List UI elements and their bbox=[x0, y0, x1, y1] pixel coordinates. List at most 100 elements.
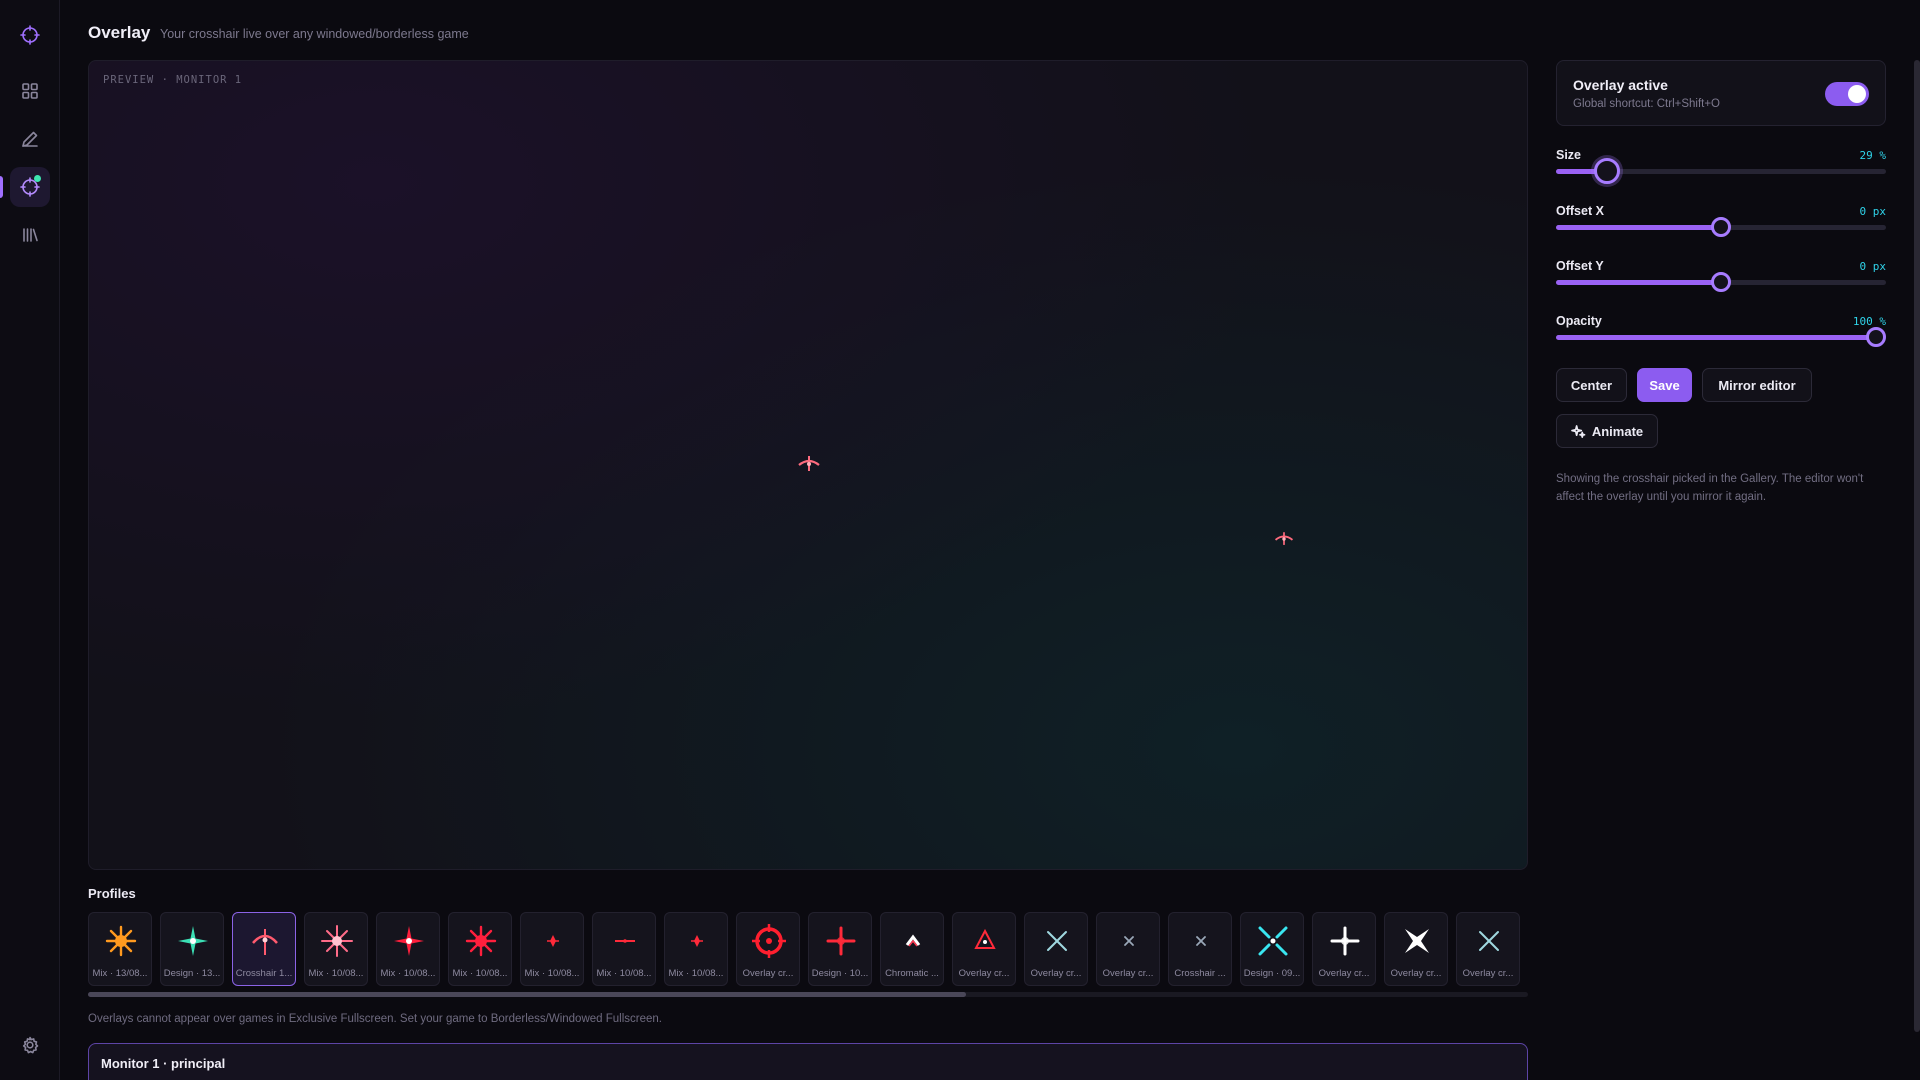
profile-label: Overlay cr... bbox=[1462, 968, 1514, 979]
profile-tile[interactable]: Mix · 10/08... bbox=[520, 912, 584, 986]
crosshair-mark-icon bbox=[798, 456, 820, 471]
profile-overlay-circle-icon bbox=[752, 924, 786, 958]
size-slider[interactable] bbox=[1556, 158, 1886, 184]
profile-overlay-x-small-icon bbox=[1124, 936, 1134, 946]
page-title: Overlay bbox=[88, 23, 151, 42]
mirror-editor-button[interactable]: Mirror editor bbox=[1702, 368, 1812, 402]
offset-y-slider-fill bbox=[1556, 280, 1721, 285]
page-scrollbar[interactable] bbox=[1914, 60, 1920, 1032]
profile-tile[interactable]: Overlay cr... bbox=[736, 912, 800, 986]
profile-tile[interactable]: Mix · 10/08... bbox=[592, 912, 656, 986]
profile-label: Overlay cr... bbox=[1102, 968, 1154, 979]
overlay-active-title: Overlay active bbox=[1573, 77, 1668, 93]
profile-tile[interactable]: Overlay cr... bbox=[1024, 912, 1088, 986]
offset-y-slider[interactable] bbox=[1556, 272, 1886, 292]
overlay-active-toggle[interactable] bbox=[1825, 82, 1869, 106]
sidebar bbox=[0, 0, 60, 1080]
profile-tile[interactable]: Design · 13... bbox=[160, 912, 224, 986]
pencil-icon bbox=[22, 131, 38, 147]
profile-tile[interactable]: Mix · 10/08... bbox=[664, 912, 728, 986]
crosshair-logo-icon bbox=[20, 25, 40, 45]
opacity-value: 100 % bbox=[1852, 315, 1886, 328]
profile-design-x-big-icon bbox=[1258, 926, 1288, 956]
profile-tile[interactable]: Mix · 10/08... bbox=[448, 912, 512, 986]
offset-y-slider-thumb[interactable] bbox=[1711, 272, 1731, 292]
profile-label: Mix · 10/08... bbox=[452, 968, 508, 979]
profile-tile[interactable]: Design · 10... bbox=[808, 912, 872, 986]
sidebar-item-gallery[interactable] bbox=[10, 71, 50, 111]
preview-label: PREVIEW · MONITOR 1 bbox=[103, 74, 243, 86]
size-value: 29 % bbox=[1859, 149, 1887, 162]
monitor-title: Monitor 1 · principal bbox=[101, 1056, 226, 1071]
size-label: Size bbox=[1556, 148, 1582, 162]
offset-x-slider[interactable] bbox=[1556, 217, 1886, 237]
profile-tile[interactable]: Overlay cr... bbox=[1312, 912, 1376, 986]
grid-icon bbox=[22, 83, 38, 99]
profile-label: Mix · 10/08... bbox=[308, 968, 364, 979]
sidebar-item-overlay[interactable] bbox=[10, 167, 50, 207]
offset-y-slider-row: Offset Y 0 px bbox=[1556, 259, 1886, 303]
sidebar-item-library[interactable] bbox=[10, 215, 50, 255]
profile-mix-dotcross-2-icon bbox=[691, 935, 703, 947]
profile-design-plus-icon bbox=[826, 926, 856, 956]
animate-label: Animate bbox=[1591, 423, 1644, 439]
center-button[interactable]: Center bbox=[1556, 368, 1627, 402]
profile-tile[interactable]: Crosshair 1... bbox=[232, 912, 296, 986]
profile-tile[interactable]: Overlay cr... bbox=[1384, 912, 1448, 986]
offset-x-slider-thumb[interactable] bbox=[1711, 217, 1731, 237]
overlay-preview: PREVIEW · MONITOR 1 bbox=[88, 60, 1528, 870]
gallery-note: Showing the crosshair picked in the Gall… bbox=[1556, 473, 1864, 503]
profile-design-star-icon bbox=[178, 926, 208, 956]
profile-tile[interactable]: Overlay cr... bbox=[1456, 912, 1520, 986]
profile-tile[interactable]: Chromatic ... bbox=[880, 912, 944, 986]
sparkles-icon bbox=[1570, 424, 1586, 438]
profile-label: Mix · 10/08... bbox=[380, 968, 436, 979]
profile-label: Chromatic ... bbox=[885, 968, 939, 979]
profile-tile[interactable]: Crosshair ... bbox=[1168, 912, 1232, 986]
profile-tile[interactable]: Overlay cr... bbox=[952, 912, 1016, 986]
profiles-strip: Mix · 13/08... Design · 13... Crosshair 1.… bbox=[88, 912, 1528, 988]
offset-x-slider-fill bbox=[1556, 225, 1721, 230]
opacity-slider-thumb[interactable] bbox=[1866, 327, 1887, 347]
monitor-card[interactable]: Monitor 1 · principal bbox=[88, 1043, 1528, 1080]
size-slider-thumb[interactable] bbox=[1594, 158, 1621, 184]
preview-crosshair-secondary bbox=[1273, 530, 1295, 548]
profile-tile[interactable]: Overlay cr... bbox=[1096, 912, 1160, 986]
opacity-slider-row: Opacity 100 % bbox=[1556, 314, 1887, 358]
profile-label: Design · 13... bbox=[163, 968, 221, 979]
offset-y-label: Offset Y bbox=[1556, 259, 1604, 273]
animate-button[interactable]: Animate bbox=[1556, 414, 1658, 448]
profile-label: Overlay cr... bbox=[1390, 968, 1442, 979]
opacity-slider[interactable] bbox=[1556, 327, 1887, 347]
sidebar-item-settings[interactable] bbox=[10, 1025, 50, 1065]
profile-label: Mix · 13/08... bbox=[92, 968, 148, 979]
profile-label: Overlay cr... bbox=[1030, 968, 1082, 979]
offset-y-value: 0 px bbox=[1859, 260, 1887, 273]
profile-mix-burst-icon bbox=[105, 925, 137, 957]
profile-overlay-x-2-icon bbox=[1479, 931, 1499, 951]
profile-label: Crosshair ... bbox=[1174, 968, 1226, 979]
profiles-scrollbar[interactable] bbox=[88, 992, 1528, 997]
app-logo[interactable] bbox=[10, 15, 50, 55]
profile-tile[interactable]: Mix · 10/08... bbox=[376, 912, 440, 986]
profile-tile[interactable]: Mix · 13/08... bbox=[88, 912, 152, 986]
profile-label: Crosshair 1... bbox=[235, 968, 293, 979]
profile-tile[interactable]: Design · 09... bbox=[1240, 912, 1304, 986]
profile-overlay-plus-icon bbox=[1330, 926, 1360, 956]
profiles-title: Profiles bbox=[88, 886, 136, 901]
profile-overlay-x-icon bbox=[1047, 931, 1067, 951]
profile-mix-line-icon bbox=[615, 939, 635, 943]
save-button[interactable]: Save bbox=[1637, 368, 1692, 402]
profile-label: Mix · 10/08... bbox=[668, 968, 724, 979]
page-subtitle: Your crosshair live over any windowed/bo… bbox=[160, 27, 469, 41]
offset-x-value: 0 px bbox=[1859, 205, 1887, 218]
profile-overlay-x-bold-icon bbox=[1405, 929, 1429, 953]
sidebar-item-editor[interactable] bbox=[10, 119, 50, 159]
profile-label: Overlay cr... bbox=[742, 968, 794, 979]
toggle-knob bbox=[1848, 85, 1866, 103]
gear-icon bbox=[22, 1036, 39, 1054]
profile-label: Design · 10... bbox=[811, 968, 869, 979]
opacity-slider-fill bbox=[1556, 335, 1877, 340]
profile-tile[interactable]: Mix · 10/08... bbox=[304, 912, 368, 986]
profiles-scrollbar-thumb[interactable] bbox=[88, 992, 967, 997]
